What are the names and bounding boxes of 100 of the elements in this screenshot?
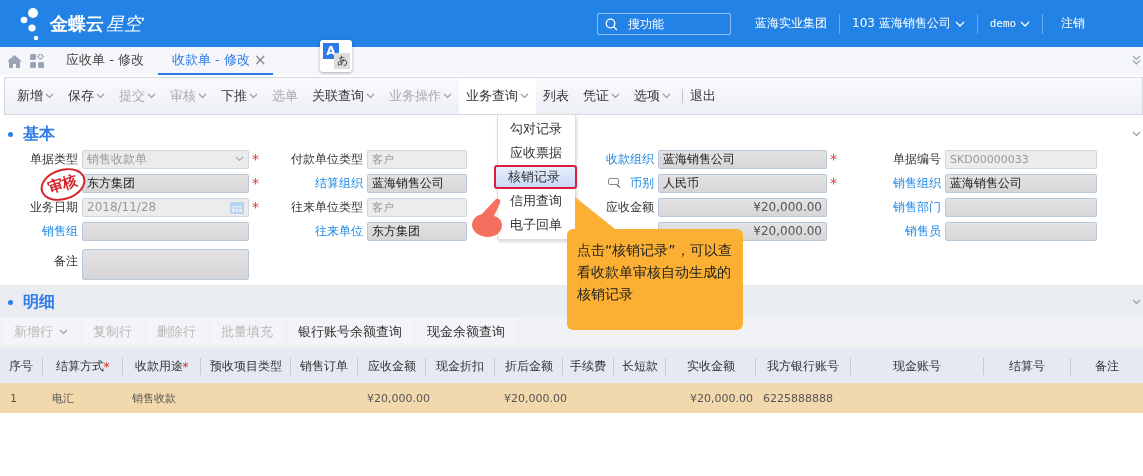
- field-label[interactable]: 币别: [630, 174, 654, 192]
- table-cell: ¥20,000.00: [504, 391, 567, 405]
- input-field[interactable]: 蓝海销售公司: [367, 173, 467, 193]
- document-tab[interactable]: 应收单 - 修改: [52, 47, 158, 75]
- chevron-down-icon: [443, 93, 452, 99]
- table-cell: 销售收款: [132, 391, 176, 405]
- field-label: 备注: [54, 253, 78, 270]
- column-header[interactable]: 销售订单: [300, 358, 348, 375]
- logo-subtitle: 星空: [106, 11, 142, 36]
- column-header[interactable]: 长短款: [621, 358, 658, 375]
- chevron-down-icon: [59, 329, 68, 335]
- table-cell: 1: [10, 391, 17, 405]
- header-menu-item[interactable]: 103 蓝海销售公司: [840, 15, 977, 32]
- column-header[interactable]: 收款用途: [134, 358, 183, 375]
- section-title: 基本: [23, 123, 55, 145]
- column-header[interactable]: 序号: [9, 358, 33, 375]
- column-header[interactable]: 我方银行账号: [767, 358, 839, 375]
- lookup-icon[interactable]: [608, 178, 622, 188]
- search-field[interactable]: 搜功能: [597, 12, 731, 35]
- toolbar-button[interactable]: 退出: [683, 78, 723, 114]
- chevron-down-icon: [198, 93, 207, 99]
- field-label[interactable]: 往来单位: [315, 222, 363, 240]
- toolbar-button[interactable]: 保存: [61, 78, 112, 114]
- field-label: 应收金额: [606, 198, 654, 216]
- menu-item[interactable]: 核销记录: [494, 165, 577, 189]
- chevron-down-icon: [147, 93, 156, 99]
- column-header[interactable]: 现金折扣: [436, 358, 484, 375]
- column-header[interactable]: 预收项目类型: [209, 358, 282, 375]
- column-header[interactable]: 实收金额: [686, 358, 735, 375]
- menu-item[interactable]: 应收票据: [498, 141, 575, 165]
- column-header[interactable]: 折后金额: [504, 358, 553, 375]
- callout-text: 点击“核销记录”，可以查看收款单审核自动生成的核销记录: [577, 241, 733, 304]
- header-menu-item[interactable]: 注销: [1043, 15, 1086, 32]
- input-field[interactable]: 蓝海销售公司: [945, 173, 1097, 193]
- toolbar-button[interactable]: 下推: [214, 78, 265, 114]
- input-field[interactable]: 东方集团: [82, 173, 249, 193]
- field-label[interactable]: 销售组: [42, 222, 78, 240]
- input-field[interactable]: 东方集团: [367, 221, 467, 241]
- chevron-down-icon: [520, 93, 529, 99]
- chevron-down-icon: [96, 93, 105, 99]
- column-header[interactable]: 应收金额: [367, 358, 416, 375]
- section-title: 明细: [23, 291, 55, 313]
- text-area[interactable]: [82, 249, 249, 280]
- pointing-hand-icon: [470, 198, 504, 238]
- toolbar-button[interactable]: 新增: [10, 78, 61, 114]
- chevron-down-icon: [45, 93, 54, 99]
- input-field[interactable]: 人民币: [658, 173, 827, 193]
- required-asterisk: *: [251, 199, 260, 215]
- bullet-icon: [8, 299, 13, 305]
- input-field[interactable]: ¥20,000.00: [658, 197, 827, 217]
- search-icon: [605, 17, 618, 31]
- document-tab[interactable]: 收款单 - 修改: [157, 47, 254, 75]
- input-field[interactable]: [82, 221, 249, 241]
- table-cell: ¥20,000.00: [367, 391, 430, 405]
- field-label[interactable]: 销售组织: [893, 174, 941, 192]
- chevron-down-icon: [662, 93, 671, 99]
- required-asterisk: *: [251, 175, 260, 191]
- table-cell: 电汇: [52, 391, 74, 405]
- translate-icon[interactable]: A あ: [320, 40, 352, 72]
- column-header[interactable]: 手续费: [570, 358, 606, 375]
- menu-item[interactable]: 信用查询: [498, 189, 575, 213]
- header-menu-item[interactable]: 蓝海实业集团: [743, 15, 839, 32]
- menu-item[interactable]: 勾对记录: [498, 117, 575, 141]
- field-label[interactable]: 收款组织: [606, 150, 654, 168]
- column-header[interactable]: 现金账号: [893, 358, 941, 375]
- column-header[interactable]: 备注: [1095, 358, 1119, 375]
- required-asterisk: *: [182, 359, 189, 374]
- chevron-down-icon: [954, 20, 965, 27]
- toolbar-button[interactable]: 关联查询: [305, 78, 382, 114]
- chevron-down-icon[interactable]: [1132, 299, 1141, 305]
- chevron-down-icon: [249, 93, 258, 99]
- table-cell: ¥20,000.00: [690, 391, 753, 405]
- logo-text: 金蝶云: [50, 11, 104, 36]
- apps-icon[interactable]: [30, 54, 44, 68]
- chevron-down-icon[interactable]: [1132, 131, 1141, 137]
- field-label[interactable]: 结算组织: [315, 174, 363, 192]
- input-field[interactable]: [945, 197, 1097, 217]
- required-asterisk: *: [829, 175, 838, 191]
- bullet-icon: [8, 131, 13, 137]
- toolbar-button[interactable]: 凭证: [576, 78, 627, 114]
- double-chevron-icon[interactable]: [1132, 55, 1141, 65]
- input-field[interactable]: 蓝海销售公司: [658, 149, 827, 169]
- header-menu-item[interactable]: demo: [977, 17, 1043, 30]
- field-label[interactable]: 销售员: [905, 222, 941, 240]
- chevron-down-icon: [1020, 20, 1031, 27]
- column-header[interactable]: 结算方式: [55, 358, 104, 375]
- required-asterisk: *: [251, 151, 260, 167]
- chevron-down-icon: [611, 93, 620, 99]
- home-icon[interactable]: [7, 54, 22, 68]
- field-label[interactable]: 销售部门: [893, 198, 941, 216]
- toolbar-button[interactable]: 业务查询: [459, 78, 536, 114]
- table-row[interactable]: 1 电汇 销售收款 ¥20,000.00 ¥20,000.00 ¥20,000.00 6225888888: [0, 383, 1143, 413]
- required-asterisk: *: [829, 151, 838, 167]
- column-header[interactable]: 结算号: [1009, 358, 1045, 375]
- field-label: 往来单位类型: [291, 198, 363, 216]
- required-asterisk: *: [103, 359, 110, 374]
- input-field[interactable]: [945, 221, 1097, 241]
- chevron-down-icon: [235, 156, 244, 162]
- table-cell: 6225888888: [763, 391, 833, 405]
- toolbar-button[interactable]: 列表: [536, 78, 576, 114]
